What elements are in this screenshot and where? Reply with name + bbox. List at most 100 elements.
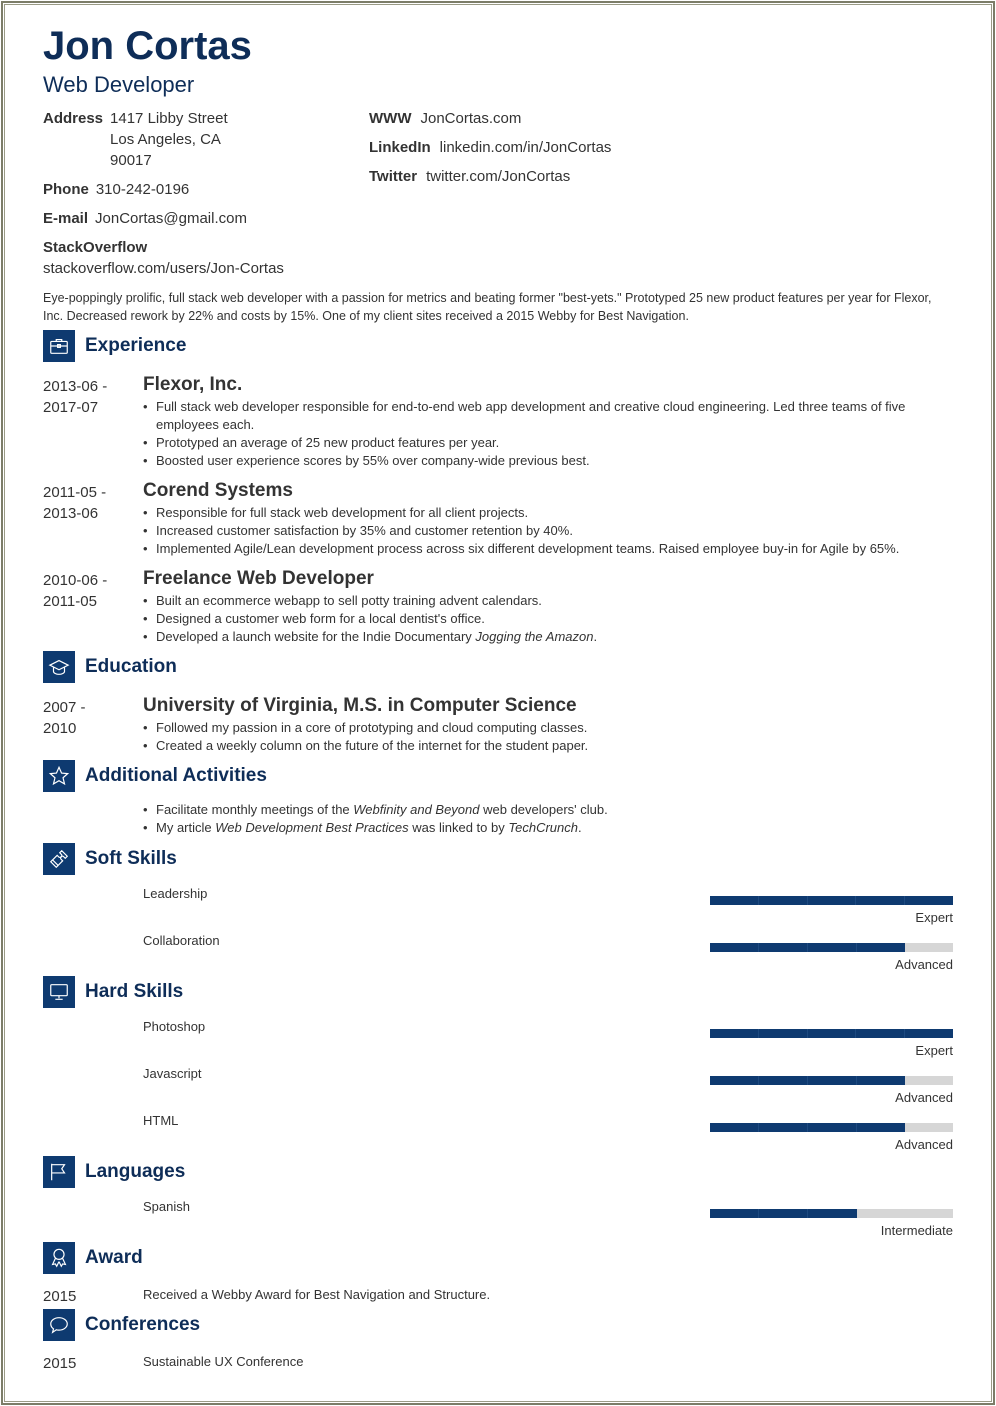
- conference-text: Sustainable UX Conference: [143, 1354, 304, 1369]
- rating-segment-filled: [710, 1076, 758, 1085]
- rating-segment-filled: [758, 1209, 808, 1218]
- skill-row: Photoshop Expert: [43, 1019, 953, 1059]
- stackoverflow-label: StackOverflow: [43, 239, 148, 256]
- phone-row: Phone 310-242-0196: [43, 179, 284, 200]
- skill-row: Leadership Expert: [43, 886, 953, 926]
- section-title: Languages: [85, 1161, 186, 1182]
- address-value: 1417 Libby Street Los Angeles, CA 90017: [110, 108, 228, 171]
- skill-name: Javascript: [143, 1066, 202, 1081]
- rating-segment-filled: [856, 1123, 905, 1132]
- entry-bullets: Built an ecommerce webapp to sell potty …: [143, 592, 953, 646]
- language-row: Spanish Intermediate: [43, 1199, 953, 1239]
- email-label: E-mail: [43, 210, 89, 227]
- entry-bullets: Full stack web developer responsible for…: [143, 398, 953, 470]
- entry-date: 2010-06 -2011-05: [43, 572, 108, 610]
- skill-rating-bar: [710, 1076, 953, 1085]
- email-link[interactable]: JonCortas@gmail.com: [95, 208, 247, 229]
- entry-date: 2013-06 -2017-07: [43, 378, 108, 416]
- bullet-item: Designed a customer web form for a local…: [143, 610, 953, 628]
- skill-name: Photoshop: [143, 1019, 206, 1034]
- bullet-item: Increased customer satisfaction by 35% a…: [143, 522, 953, 540]
- twitter-row: Twitter twitter.com/JonCortas: [369, 166, 611, 187]
- rating-segment-filled: [904, 1029, 953, 1038]
- bullet-item: Created a weekly column on the future of…: [143, 737, 953, 755]
- rating-segment-empty: [905, 1209, 953, 1218]
- bullet-item: Developed a launch website for the Indie…: [143, 628, 953, 646]
- entry-date: 2015: [43, 1288, 77, 1305]
- rating-segment-filled: [710, 1029, 758, 1038]
- www-row: WWW JonCortas.com: [369, 108, 611, 129]
- address-line: Los Angeles, CA: [110, 131, 221, 148]
- entry-date: 2007 -2010: [43, 699, 86, 737]
- contact-left-column: Address 1417 Libby Street Los Angeles, C…: [43, 108, 284, 287]
- entry-title: Corend Systems: [143, 480, 293, 501]
- rating-segment-filled: [855, 896, 905, 905]
- skill-rating-bar: [710, 1123, 953, 1132]
- rating-segment-filled: [904, 896, 953, 905]
- entry-body: Corend Systems Responsible for full stac…: [143, 480, 953, 558]
- skill-row: Collaboration Advanced: [43, 933, 953, 973]
- rating-segment-filled: [806, 1029, 856, 1038]
- entry-bullets: Followed my passion in a core of prototy…: [143, 719, 953, 755]
- language-rating-bar: [710, 1209, 953, 1218]
- phone-value: 310-242-0196: [95, 181, 190, 198]
- rating-segment-empty: [857, 1209, 905, 1218]
- rating-segment-filled: [856, 1076, 905, 1085]
- entry-date: 2015: [43, 1355, 77, 1372]
- bullet-item: Facilitate monthly meetings of the Webfi…: [143, 801, 953, 819]
- profile-summary: Eye-poppingly prolific, full stack web d…: [43, 291, 932, 323]
- section-title: Award: [85, 1247, 143, 1268]
- entry-body: Facilitate monthly meetings of the Webfi…: [143, 801, 953, 837]
- puzzle-icon: [43, 843, 75, 875]
- rating-segment-filled: [758, 1123, 807, 1132]
- rating-segment-filled: [807, 1209, 857, 1218]
- graduation-cap-icon: [43, 651, 75, 683]
- skill-level: Expert: [915, 1043, 953, 1058]
- twitter-label: Twitter: [369, 168, 418, 185]
- bullet-item: Boosted user experience scores by 55% ov…: [143, 452, 953, 470]
- entry-title: Flexor, Inc.: [143, 374, 243, 395]
- entry-body: Freelance Web Developer Built an ecommer…: [143, 568, 953, 646]
- rating-segment-filled: [807, 1076, 856, 1085]
- bullet-item: Implemented Agile/Lean development proce…: [143, 540, 953, 558]
- skill-rating-bar: [710, 896, 953, 905]
- section-conferences-header: Conferences: [43, 1309, 200, 1341]
- www-link[interactable]: JonCortas.com: [420, 108, 521, 129]
- award-text: Received a Webby Award for Best Navigati…: [143, 1287, 491, 1302]
- skill-rating-bar: [710, 1029, 953, 1038]
- phone-label: Phone: [43, 181, 89, 198]
- rating-segment-empty: [905, 943, 953, 952]
- entry-body: Flexor, Inc. Full stack web developer re…: [143, 374, 953, 470]
- skill-row: HTML Advanced: [43, 1113, 953, 1153]
- job-title: Web Developer: [43, 72, 195, 97]
- section-hard-skills-header: Hard Skills: [43, 976, 183, 1008]
- rating-segment-empty: [905, 1076, 953, 1085]
- skill-level: Expert: [915, 910, 953, 925]
- address-label: Address: [43, 110, 104, 127]
- section-education-header: Education: [43, 651, 177, 683]
- rating-segment-filled: [855, 1029, 905, 1038]
- linkedin-row: LinkedIn linkedin.com/in/JonCortas: [369, 137, 611, 158]
- contact-right-column: WWW JonCortas.com LinkedIn linkedin.com/…: [369, 108, 611, 195]
- address-row: Address 1417 Libby Street Los Angeles, C…: [43, 108, 284, 171]
- rating-segment-filled: [710, 1209, 759, 1218]
- section-activities-header: Additional Activities: [43, 760, 267, 792]
- entry-date: 2011-05 -2013-06: [43, 484, 107, 522]
- briefcase-icon: [43, 330, 75, 362]
- rating-segment-filled: [806, 896, 856, 905]
- rating-segment-filled: [710, 1123, 758, 1132]
- section-soft-skills-header: Soft Skills: [43, 843, 177, 875]
- rating-segment-filled: [758, 1076, 807, 1085]
- stackoverflow-link[interactable]: stackoverflow.com/users/Jon-Cortas: [43, 260, 284, 277]
- section-award-header: Award: [43, 1242, 143, 1274]
- skill-name: Leadership: [143, 886, 208, 901]
- rating-segment-filled: [757, 896, 807, 905]
- bullet-item: Responsible for full stack web developme…: [143, 504, 953, 522]
- rating-segment-filled: [710, 896, 758, 905]
- section-experience-header: Experience: [43, 330, 186, 362]
- bullet-item: Full stack web developer responsible for…: [143, 398, 953, 434]
- address-line: 90017: [110, 152, 152, 169]
- email-row: E-mail JonCortas@gmail.com: [43, 208, 284, 229]
- linkedin-link[interactable]: linkedin.com/in/JonCortas: [440, 137, 612, 158]
- twitter-link[interactable]: twitter.com/JonCortas: [426, 166, 570, 187]
